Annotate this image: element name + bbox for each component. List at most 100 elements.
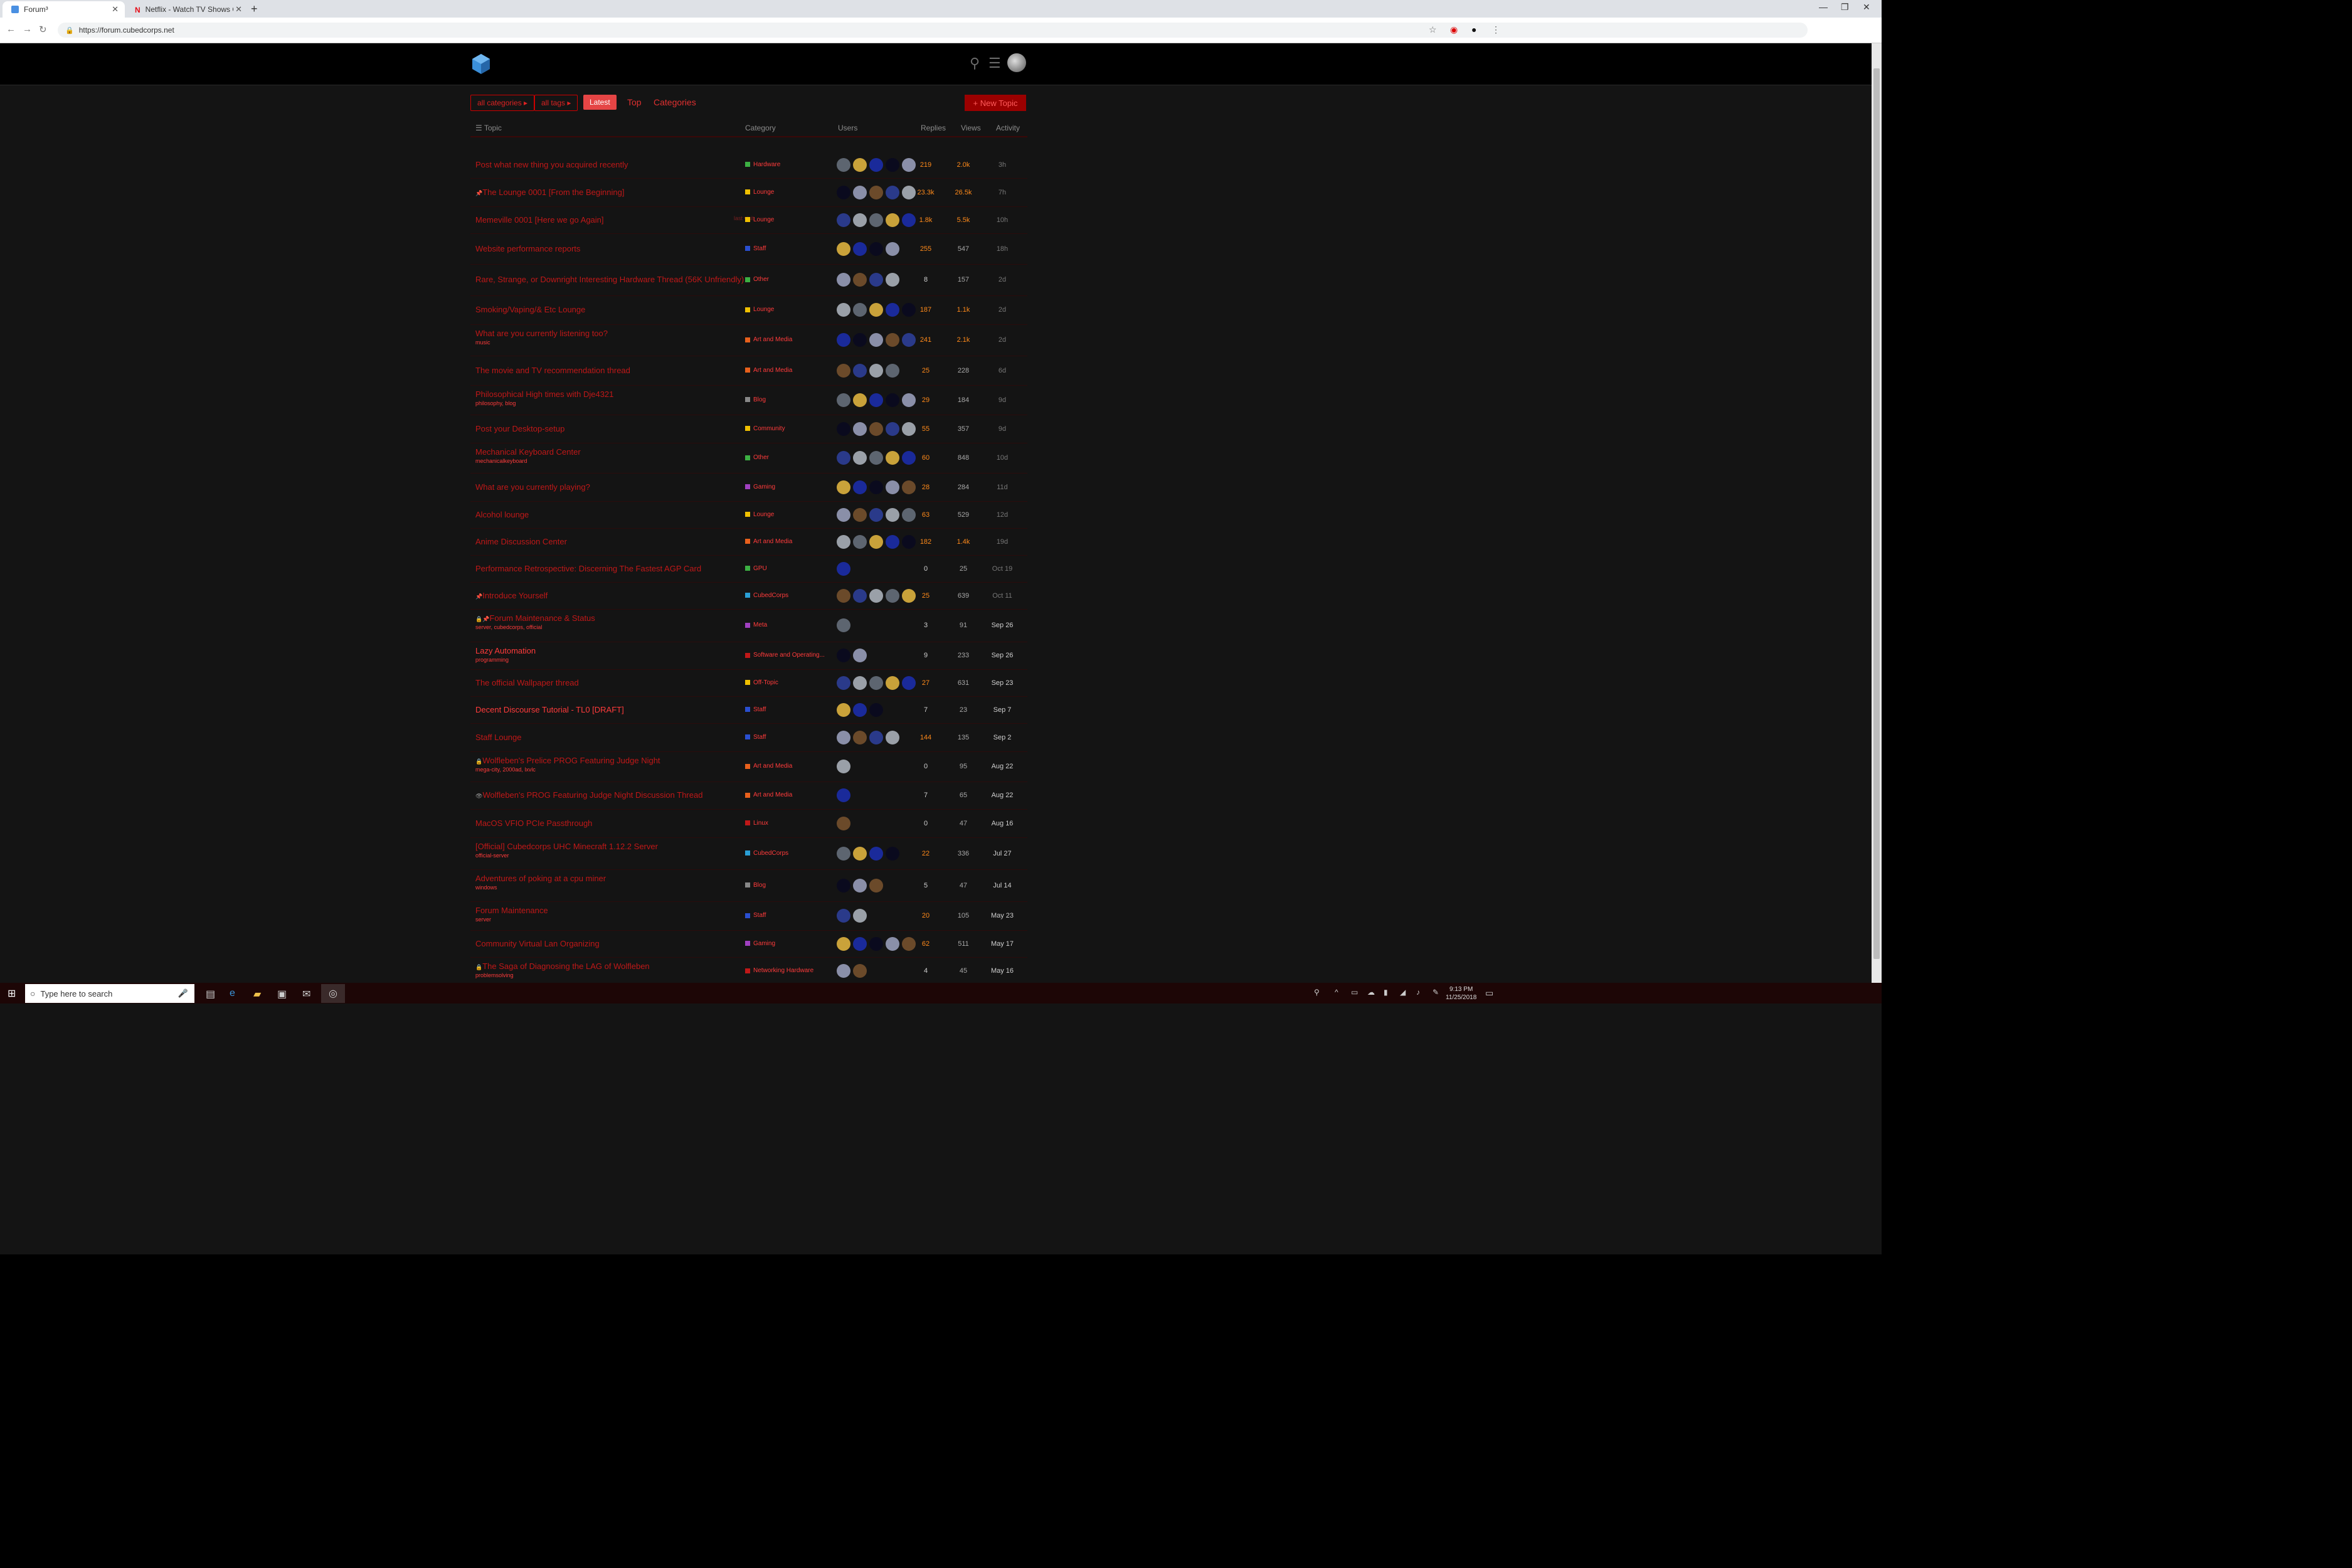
topic-row[interactable]: Lazy Automation programming Software and O…	[470, 642, 1027, 670]
user-avatar[interactable]	[886, 213, 899, 227]
windows-start-icon[interactable]: ⊞	[8, 987, 16, 1000]
topic-replies[interactable]: 0	[907, 763, 945, 770]
onedrive-icon[interactable]: ☁	[1367, 988, 1375, 997]
tab-latest[interactable]: Latest	[583, 95, 617, 110]
topic-category-link[interactable]: Art and Media	[745, 367, 792, 374]
topic-category-link[interactable]: Blog	[745, 396, 766, 403]
user-avatar[interactable]	[837, 241, 850, 256]
topic-title-link[interactable]: Smoking/Vaping/& Etc Lounge	[475, 305, 585, 314]
topic-category-link[interactable]: Hardware	[745, 161, 780, 168]
topic-row[interactable]: Anime Discussion Center Art and Media 182 1…	[470, 528, 1027, 556]
user-avatar[interactable]	[853, 702, 867, 717]
user-avatar[interactable]	[869, 507, 883, 522]
user-avatar[interactable]	[853, 333, 867, 347]
topic-activity[interactable]: 10d	[983, 454, 1021, 462]
volume-icon[interactable]: ♪	[1416, 988, 1420, 997]
topic-replies[interactable]: 8	[907, 276, 945, 283]
user-avatar[interactable]	[869, 241, 883, 256]
topic-tags[interactable]: mechanicalkeyboard	[475, 458, 527, 464]
user-avatar[interactable]	[837, 788, 850, 802]
user-avatar[interactable]	[837, 909, 850, 923]
topic-tags[interactable]: official-server	[475, 852, 509, 859]
user-avatar[interactable]	[886, 303, 899, 317]
user-avatar[interactable]	[869, 846, 883, 861]
user-avatar[interactable]	[837, 878, 850, 893]
topic-row[interactable]: The official Wallpaper thread Off-Topic 27…	[470, 669, 1027, 697]
site-logo-cube-icon[interactable]	[472, 53, 490, 75]
user-avatar[interactable]	[837, 534, 850, 549]
bookmark-star-icon[interactable]: ☆	[1429, 24, 1437, 35]
user-avatar[interactable]	[886, 846, 899, 861]
topic-replies[interactable]: 62	[907, 940, 945, 948]
user-avatar[interactable]	[837, 730, 850, 744]
topic-row[interactable]: Smoking/Vaping/& Etc Lounge Lounge 187 1.1k…	[470, 295, 1027, 325]
tab-categories[interactable]: Categories	[654, 97, 696, 107]
user-avatar[interactable]	[886, 480, 899, 494]
topic-category-link[interactable]: Networking Hardware	[745, 967, 813, 974]
topic-activity[interactable]: Sep 2	[983, 734, 1021, 741]
user-avatar[interactable]	[837, 393, 850, 407]
topic-row[interactable]: What are you currently listening too? mus…	[470, 324, 1027, 356]
topic-activity[interactable]: 6d	[983, 367, 1021, 374]
hamburger-menu-icon[interactable]: ☰	[988, 55, 1001, 72]
user-avatar[interactable]	[853, 675, 867, 690]
topic-row[interactable]: 📌The Lounge 0001 [From the Beginning] Lou…	[470, 178, 1027, 207]
user-avatar[interactable]	[853, 273, 867, 287]
topic-activity[interactable]: 18h	[983, 245, 1021, 253]
topic-row[interactable]: 🔒The Saga of Diagnosing the LAG of Wolfl…	[470, 957, 1027, 984]
topic-title-link[interactable]: [Official] Cubedcorps UHC Minecraft 1.12…	[475, 842, 658, 851]
user-avatar[interactable]	[869, 480, 883, 494]
topic-title-link[interactable]: Anime Discussion Center	[475, 537, 567, 546]
topic-activity[interactable]: Aug 16	[983, 820, 1021, 827]
column-header-activity[interactable]: Activity	[996, 124, 1020, 132]
user-avatar[interactable]	[869, 157, 883, 172]
tab-forum[interactable]: Forum³ ✕	[3, 1, 125, 18]
topic-replies[interactable]: 25	[907, 592, 945, 600]
topic-category-link[interactable]: Lounge	[745, 216, 774, 223]
topic-title-link[interactable]: Rare, Strange, or Downright Interesting …	[475, 275, 744, 284]
topic-activity[interactable]: Oct 11	[983, 592, 1021, 600]
user-avatar[interactable]	[869, 451, 883, 465]
task-view-icon[interactable]: ▤	[206, 988, 215, 1000]
topic-activity[interactable]: 9d	[983, 425, 1021, 433]
topic-tags[interactable]: server, cubedcorps, official	[475, 624, 542, 630]
topic-category-link[interactable]: Staff	[745, 245, 766, 252]
topic-title-link[interactable]: 🔒The Saga of Diagnosing the LAG of Wolfl…	[475, 961, 650, 971]
new-tab-button[interactable]: +	[251, 3, 258, 16]
user-avatar[interactable]	[853, 480, 867, 494]
address-bar[interactable]: 🔒 https://forum.cubedcorps.net	[58, 23, 1808, 38]
user-avatar[interactable]	[869, 534, 883, 549]
user-avatar[interactable]	[853, 421, 867, 436]
tray-device-icon[interactable]: ▭	[1351, 988, 1358, 997]
user-avatar[interactable]	[853, 241, 867, 256]
topic-title-link[interactable]: The movie and TV recommendation thread	[475, 366, 630, 375]
topic-replies[interactable]: 29	[907, 396, 945, 404]
topic-title-link[interactable]: 👁Wolfleben's PROG Featuring Judge Night …	[475, 790, 702, 800]
topic-row[interactable]: 📌Introduce Yourself CubedCorps 25 639 Oct 11	[470, 582, 1027, 610]
user-avatar[interactable]	[837, 964, 850, 978]
topic-replies[interactable]: 27	[907, 679, 945, 687]
user-avatar[interactable]	[837, 507, 850, 522]
topic-replies[interactable]: 219	[907, 161, 945, 169]
topic-tags[interactable]: mega-city, 2000ad, lxvlc	[475, 766, 536, 773]
user-avatar[interactable]	[837, 157, 850, 172]
topic-tags[interactable]: music	[475, 339, 490, 346]
store-icon[interactable]: ▣	[277, 988, 287, 1000]
user-avatar[interactable]	[869, 702, 883, 717]
topic-row[interactable]: Adventures of poking at a cpu miner windo…	[470, 869, 1027, 902]
user-avatar[interactable]	[837, 588, 850, 603]
topic-activity[interactable]: Jul 14	[983, 882, 1021, 889]
page-scrollbar[interactable]	[1872, 43, 1882, 984]
network-icon[interactable]: ◢	[1400, 988, 1406, 997]
user-avatar[interactable]	[853, 534, 867, 549]
topic-replies[interactable]: 23.3k	[907, 189, 945, 196]
user-avatar[interactable]	[869, 185, 883, 199]
user-avatar[interactable]	[853, 730, 867, 744]
opera-extension-icon[interactable]: ◉	[1450, 24, 1458, 35]
user-avatar[interactable]	[869, 588, 883, 603]
user-avatar[interactable]	[886, 333, 899, 347]
user-avatar[interactable]	[853, 649, 867, 662]
user-avatar[interactable]	[886, 363, 899, 378]
topic-replies[interactable]: 20	[907, 912, 945, 919]
user-avatar[interactable]	[886, 273, 899, 287]
